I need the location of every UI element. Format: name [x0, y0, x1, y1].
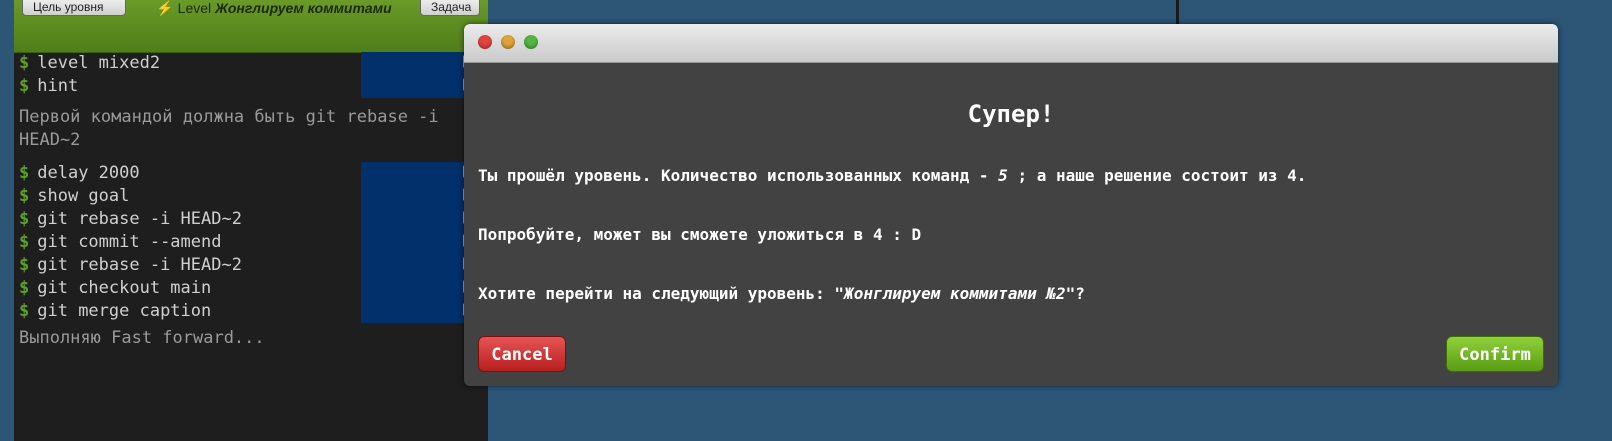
prompt-symbol: $	[19, 255, 30, 275]
dialog-title: Супер!	[967, 100, 1055, 128]
dialog-titlebar	[464, 24, 1558, 63]
command-text: git rebase -i HEAD~2	[37, 255, 242, 275]
command-text: level mixed2	[37, 53, 161, 73]
terminal-panel: Цель уровня ⚡ Level Жонглируем коммитами…	[14, 0, 488, 441]
next-level-suffix: ?	[1075, 284, 1085, 303]
prompt-symbol: $	[19, 301, 30, 321]
prompt-symbol: $	[19, 278, 30, 298]
command-text: git rebase -i HEAD~2	[37, 209, 242, 229]
result-text-b: ; а наше решение состоит из 4.	[1007, 166, 1307, 185]
next-level-name: "Жонглируем коммитами №2"	[834, 284, 1076, 303]
level-title-name: Жонглируем коммитами	[215, 0, 392, 16]
confirm-button[interactable]: Confirm	[1446, 336, 1544, 372]
prompt-symbol: $	[19, 209, 30, 229]
command-row: $level mixed2 ✓	[14, 52, 488, 75]
command-row: $git checkout main ✓	[14, 277, 488, 300]
challenge-text: Попробуйте, может вы сможете уложиться в…	[478, 225, 922, 244]
next-level-text: Хотите перейти на следующий уровень: "Жо…	[478, 284, 1085, 303]
command-row: $git merge caption ✓	[14, 300, 488, 323]
level-header: Цель уровня ⚡ Level Жонглируем коммитами…	[14, 0, 488, 53]
command-text: delay 2000	[37, 163, 140, 183]
command-row: $delay 2000 ✓	[14, 162, 488, 185]
hint-output: Первой командой должна быть git rebase -…	[19, 107, 439, 150]
prompt-symbol: $	[19, 232, 30, 252]
divider	[1176, 0, 1179, 26]
command-row: $git commit --amend ✓	[14, 231, 488, 254]
next-level-prompt: Хотите перейти на следующий уровень:	[478, 284, 835, 303]
goal-button[interactable]: Цель уровня	[22, 0, 126, 16]
level-title-prefix: ⚡ Level	[156, 0, 216, 16]
cancel-button[interactable]: Cancel	[478, 336, 566, 372]
prompt-symbol: $	[19, 53, 30, 73]
maximize-icon[interactable]	[524, 35, 538, 49]
command-row: $hint ✓	[14, 75, 488, 98]
result-text-a: Ты прошёл уровень. Количество использова…	[478, 166, 999, 185]
result-text: Ты прошёл уровень. Количество использова…	[478, 166, 1306, 185]
command-row: $git rebase -i HEAD~2 ✓	[14, 254, 488, 277]
command-row: $show goal ✓	[14, 185, 488, 208]
prompt-symbol: $	[19, 163, 30, 183]
level-title: ⚡ Level Жонглируем коммитами	[134, 0, 414, 16]
command-text: hint	[37, 76, 79, 96]
command-text: git checkout main	[37, 278, 212, 298]
prompt-symbol: $	[19, 76, 30, 96]
command-count: 5	[998, 166, 1008, 185]
task-button[interactable]: Задача	[420, 0, 480, 16]
close-icon[interactable]	[478, 35, 492, 49]
status-output: Выполняю Fast forward...	[19, 328, 265, 348]
command-row: $git rebase -i HEAD~2 ✓	[14, 208, 488, 231]
minimize-icon[interactable]	[501, 35, 515, 49]
level-complete-dialog: Супер! Ты прошёл уровень. Количество исп…	[464, 24, 1558, 386]
prompt-symbol: $	[19, 186, 30, 206]
command-text: show goal	[37, 186, 130, 206]
command-text: git commit --amend	[37, 232, 222, 252]
command-text: git merge caption	[37, 301, 212, 321]
